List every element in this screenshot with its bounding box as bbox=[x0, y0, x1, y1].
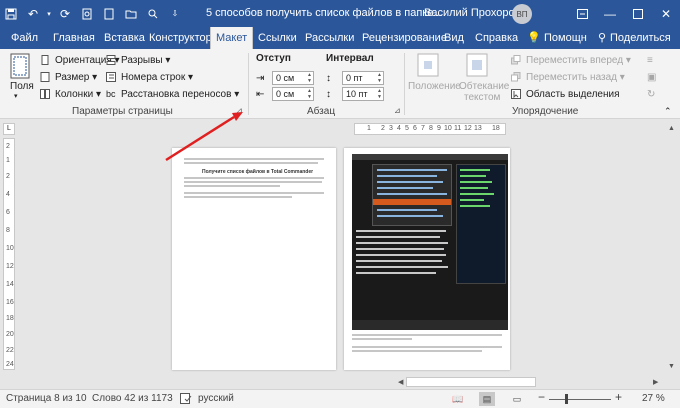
zoom-level[interactable]: 27 % bbox=[642, 393, 665, 404]
vertical-scrollbar[interactable]: ▲ ▼ bbox=[665, 123, 680, 375]
zoom-out-icon[interactable]: − bbox=[538, 390, 545, 404]
zoom-slider[interactable] bbox=[549, 399, 611, 400]
horizontal-scrollbar-thumb[interactable] bbox=[406, 377, 536, 387]
web-layout-icon[interactable]: ▭ bbox=[509, 392, 525, 406]
page-count[interactable]: Страница 8 из 10 bbox=[6, 393, 87, 404]
annotation-arrow bbox=[165, 112, 243, 162]
proofing-icon[interactable] bbox=[180, 393, 192, 407]
zoom-slider-thumb[interactable] bbox=[565, 394, 568, 404]
word-count[interactable]: Слово 42 из 1173 bbox=[92, 393, 173, 404]
scroll-up-icon[interactable]: ▲ bbox=[668, 125, 675, 132]
read-mode-icon[interactable]: 📖 bbox=[450, 392, 466, 406]
scroll-left-icon[interactable]: ◀ bbox=[398, 378, 403, 386]
zoom-in-icon[interactable]: + bbox=[615, 390, 622, 404]
print-layout-icon[interactable]: ▤ bbox=[479, 392, 495, 406]
scroll-right-icon[interactable]: ▶ bbox=[653, 378, 658, 386]
language[interactable]: русский bbox=[198, 393, 234, 404]
scroll-down-icon[interactable]: ▼ bbox=[668, 363, 675, 370]
status-bar: Страница 8 из 10 Слово 42 из 1173 русски… bbox=[0, 389, 680, 408]
